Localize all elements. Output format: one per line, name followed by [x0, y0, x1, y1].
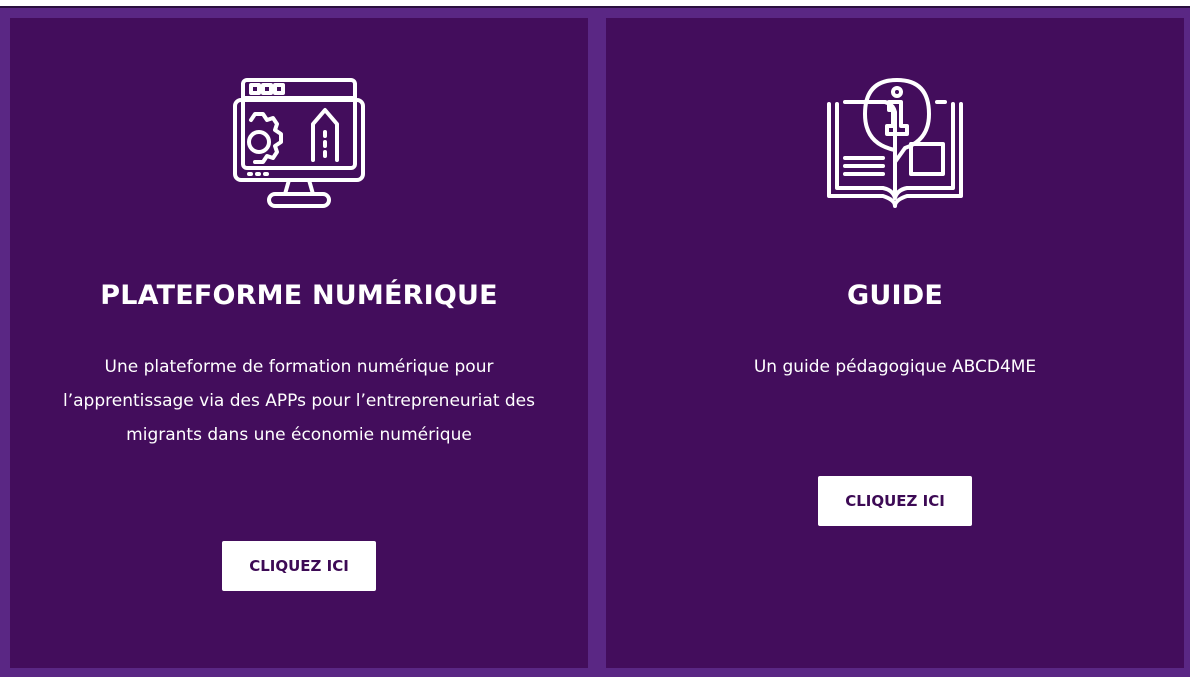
cliquez-ici-button[interactable]: CLIQUEZ ICI	[222, 541, 376, 591]
card-title: PLATEFORME NUMÉRIQUE	[100, 280, 498, 311]
cliquez-ici-button[interactable]: CLIQUEZ ICI	[818, 476, 972, 526]
info-book-icon	[825, 74, 965, 214]
card-title: GUIDE	[847, 280, 943, 311]
card-description: Un guide pédagogique ABCD4ME	[753, 357, 1037, 377]
card-description: Une plateforme de formation numérique po…	[63, 357, 535, 445]
card-plateforme: PLATEFORME NUMÉRIQUE Une plateforme de f…	[10, 18, 588, 668]
cards-container: PLATEFORME NUMÉRIQUE Une plateforme de f…	[0, 6, 1190, 677]
computer-design-icon	[229, 74, 369, 214]
card-guide: GUIDE Un guide pédagogique ABCD4ME CLIQU…	[606, 18, 1184, 668]
